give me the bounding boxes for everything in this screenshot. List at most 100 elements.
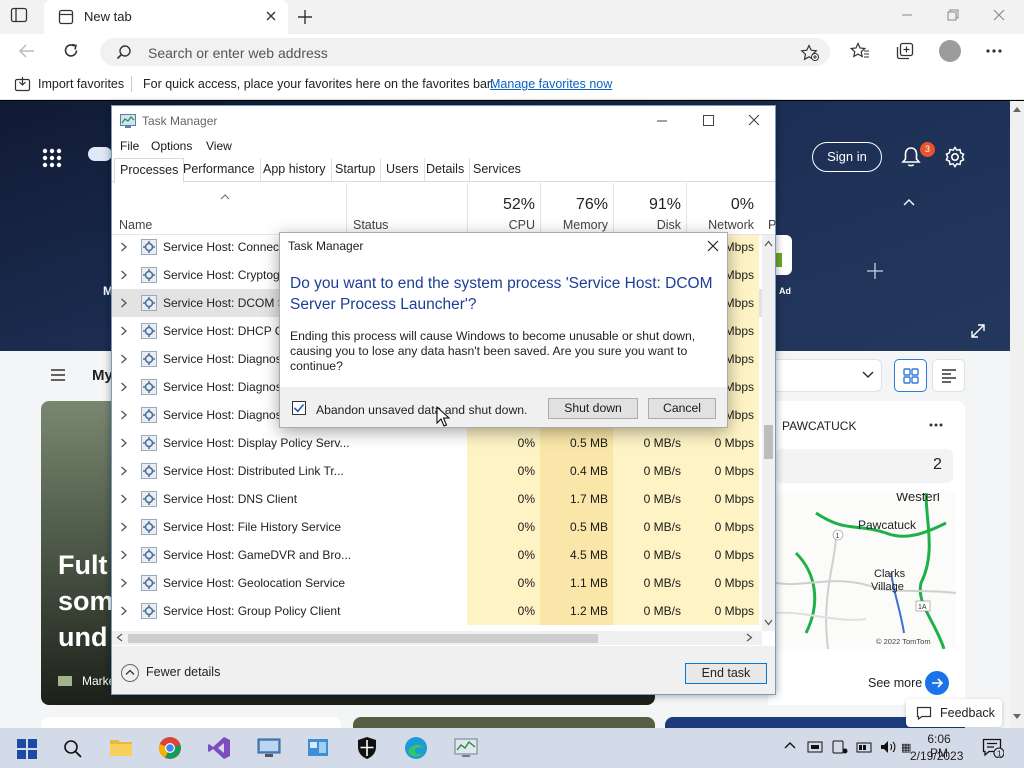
traffic-map[interactable]: Westerl Pawcatuck Clarks Village 1A 1 © … [776, 493, 956, 649]
file-explorer-icon[interactable] [109, 736, 135, 762]
feedback-button[interactable]: Feedback [906, 699, 1002, 727]
feed-menu-icon[interactable] [50, 368, 66, 382]
security-icon[interactable] [355, 736, 381, 762]
profile-avatar[interactable] [939, 40, 961, 62]
collapse-up-icon[interactable] [902, 197, 916, 207]
import-favorites-button[interactable]: Import favorites [38, 77, 124, 91]
window-minimize-icon[interactable] [900, 8, 914, 22]
cancel-button[interactable]: Cancel [648, 398, 716, 419]
tm-maximize-icon[interactable] [701, 113, 715, 127]
list-view-button[interactable] [932, 359, 965, 392]
menu-view[interactable]: View [206, 139, 232, 153]
traffic-card[interactable]: PAWCATUCK 2 Westerl Pawcatuck Clarks Vil… [768, 401, 965, 705]
tab-startup[interactable]: Startup [330, 158, 382, 182]
tab-new-tab[interactable]: New tab [44, 0, 288, 34]
scroll-left-icon[interactable] [116, 633, 123, 642]
notification-center-icon[interactable]: 1 [982, 738, 1004, 758]
app-launcher-icon[interactable] [42, 148, 62, 168]
tm-minimize-icon[interactable] [655, 114, 669, 128]
new-tab-plus-icon[interactable] [294, 6, 316, 28]
clock-date[interactable]: 2/19/2023 [910, 749, 963, 763]
refresh-icon[interactable] [62, 42, 80, 60]
tab-services[interactable]: Services [468, 158, 526, 182]
settings-gear-icon[interactable] [944, 146, 966, 168]
tab-actions-icon[interactable] [10, 7, 38, 27]
start-icon[interactable] [14, 736, 40, 762]
vertical-scroll-thumb[interactable] [764, 425, 773, 459]
fewer-details-link[interactable]: Fewer details [146, 665, 220, 679]
menu-file[interactable]: File [120, 139, 139, 153]
tab-users[interactable]: Users [381, 158, 425, 182]
notifications-bell-icon[interactable] [900, 146, 922, 168]
expand-chevron-icon[interactable] [120, 382, 128, 392]
back-arrow-icon[interactable] [18, 42, 36, 60]
expand-chevron-icon[interactable] [120, 550, 128, 560]
feed-my-label[interactable]: My [92, 367, 113, 384]
column-power-partial[interactable]: P [768, 218, 776, 232]
control-panel-icon[interactable] [306, 736, 332, 762]
expand-chevron-icon[interactable] [120, 354, 128, 364]
tray-wifi-icon[interactable] [856, 740, 872, 754]
scroll-right-icon[interactable] [746, 633, 753, 642]
window-close-icon[interactable] [992, 8, 1006, 22]
abandon-data-label[interactable]: Abandon unsaved data and shut down. [316, 403, 527, 417]
visual-studio-icon[interactable] [207, 736, 233, 762]
end-process-dialog[interactable]: Task Manager Do you want to end the syst… [279, 232, 728, 428]
expand-chevron-icon[interactable] [120, 326, 128, 336]
scroll-up-icon[interactable] [764, 240, 773, 247]
add-favorite-star-icon[interactable] [800, 44, 820, 62]
dialog-close-icon[interactable] [706, 239, 720, 253]
process-list-vertical-scrollbar[interactable] [762, 235, 775, 631]
column-disk[interactable]: 91% Disk [613, 183, 686, 235]
expand-background-icon[interactable] [970, 323, 986, 339]
expand-chevron-icon[interactable] [120, 578, 128, 588]
tm-close-icon[interactable] [747, 113, 761, 127]
see-more-arrow-icon[interactable] [925, 671, 949, 695]
process-row[interactable]: Service Host: Group Policy Client 0% 1.2 M… [112, 597, 762, 625]
abandon-data-checkbox[interactable] [292, 401, 306, 415]
column-name[interactable]: Name [119, 218, 152, 232]
tab-close-icon[interactable] [264, 9, 278, 23]
more-options-icon[interactable] [985, 42, 1003, 60]
grid-view-button[interactable] [894, 359, 927, 392]
edge-icon[interactable] [404, 736, 430, 762]
scroll-down-icon[interactable] [764, 619, 773, 626]
process-list-horizontal-scrollbar[interactable] [112, 631, 762, 645]
column-status[interactable]: Status [353, 218, 388, 232]
chrome-icon[interactable] [158, 736, 184, 762]
column-memory[interactable]: 76% Memory [540, 183, 613, 235]
expand-chevron-icon[interactable] [120, 298, 128, 308]
tray-volume-icon[interactable] [880, 740, 898, 754]
favorites-icon[interactable] [850, 42, 870, 60]
network-app-icon[interactable] [256, 736, 282, 762]
card-more-icon[interactable] [929, 423, 943, 427]
tab-app-history[interactable]: App history [258, 158, 332, 182]
tab-details[interactable]: Details [421, 158, 471, 182]
import-favorites-icon[interactable] [14, 76, 32, 92]
see-more-link[interactable]: See more [868, 676, 922, 690]
tray-network-adapter-icon[interactable] [807, 740, 823, 754]
tab-performance[interactable]: Performance [178, 158, 261, 182]
column-network[interactable]: 0% Network [686, 183, 759, 235]
collections-icon[interactable] [895, 42, 915, 60]
tab-processes[interactable]: Processes [114, 158, 185, 183]
process-row[interactable]: Service Host: Display Policy Serv... 0% 0.… [112, 429, 762, 457]
end-task-button[interactable]: End task [685, 663, 767, 684]
expand-chevron-icon[interactable] [120, 438, 128, 448]
sign-in-button[interactable]: Sign in [812, 142, 882, 172]
feed-layout-dropdown[interactable] [770, 359, 882, 392]
process-row[interactable]: Service Host: Geolocation Service 0% 1.1 M… [112, 569, 762, 597]
column-cpu[interactable]: 52% CPU [467, 183, 540, 235]
menu-options[interactable]: Options [151, 139, 192, 153]
process-row[interactable]: Service Host: DNS Client 0% 1.7 MB 0 MB/s 0 … [112, 485, 762, 513]
scroll-up-arrow-icon[interactable] [1013, 106, 1021, 112]
scroll-down-arrow-icon[interactable] [1013, 714, 1021, 720]
expand-chevron-icon[interactable] [120, 270, 128, 280]
horizontal-scroll-thumb[interactable] [128, 634, 598, 643]
expand-chevron-icon[interactable] [120, 494, 128, 504]
expand-chevron-icon[interactable] [120, 606, 128, 616]
expand-chevron-icon[interactable] [120, 522, 128, 532]
shut-down-button[interactable]: Shut down [548, 398, 638, 419]
process-row[interactable]: Service Host: Distributed Link Tr... 0% 0.… [112, 457, 762, 485]
fewer-details-chevron-icon[interactable] [120, 663, 140, 683]
